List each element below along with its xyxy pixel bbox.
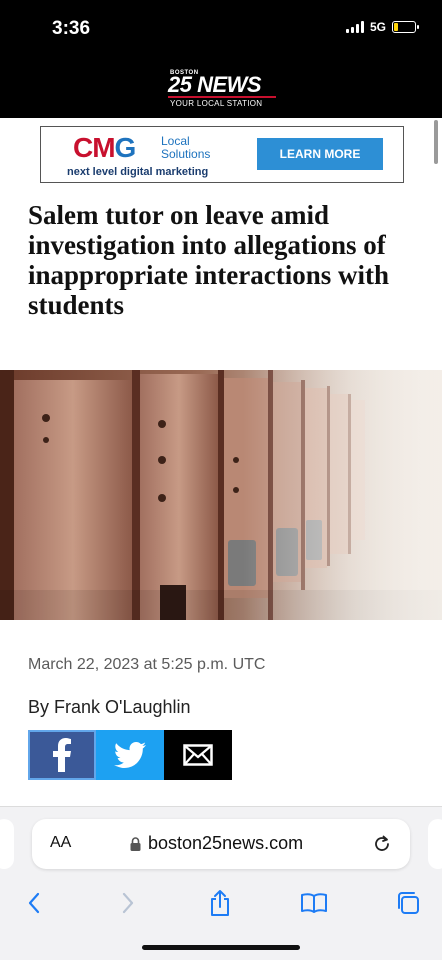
ad-brand: CMG <box>73 132 137 164</box>
network-label: 5G <box>369 20 386 34</box>
back-icon <box>28 892 40 914</box>
forward-icon <box>122 892 134 914</box>
ad-brand-sub: Local Solutions <box>161 135 210 161</box>
logo-tagline: YOUR LOCAL STATION <box>170 99 263 108</box>
address-bar[interactable]: AA boston25news.com <box>32 819 410 869</box>
article-headline: Salem tutor on leave amid investigation … <box>28 200 390 320</box>
browser-bottom-bar: AA boston25news.com <box>0 806 442 960</box>
url-text: boston25news.com <box>148 833 304 853</box>
site-logo[interactable]: BOSTON 25 NEWS YOUR LOCAL STATION <box>166 66 278 110</box>
scroll-indicator[interactable] <box>434 120 438 164</box>
article-byline[interactable]: By Frank O'Laughlin <box>28 697 191 718</box>
previous-tab-peek[interactable] <box>0 819 14 869</box>
ad-banner[interactable]: CMG Local Solutions next level digital m… <box>40 126 404 183</box>
status-indicators: 5G <box>345 20 419 34</box>
learn-more-button[interactable]: LEARN MORE <box>257 138 383 170</box>
forward-button[interactable] <box>110 885 146 921</box>
reload-icon[interactable] <box>372 834 392 854</box>
share-button[interactable] <box>202 885 238 921</box>
lockers-photo <box>0 370 442 620</box>
article-date: March 22, 2023 at 5:25 p.m. UTC <box>28 656 266 673</box>
status-time: 3:36 <box>52 18 91 39</box>
browser-toolbar <box>0 881 442 925</box>
bookmarks-icon <box>301 893 327 913</box>
facebook-share-button[interactable] <box>28 730 96 780</box>
bookmarks-button[interactable] <box>296 885 332 921</box>
article-hero-image <box>0 370 442 620</box>
top-header: 3:36 5G BOSTON 25 NEWS YOUR LOCAL STATIO… <box>0 0 442 118</box>
back-button[interactable] <box>16 885 52 921</box>
signal-icon <box>345 21 364 33</box>
email-share-button[interactable] <box>164 730 232 780</box>
battery-icon <box>392 21 419 33</box>
ad-tagline: next level digital marketing <box>67 166 209 178</box>
facebook-icon <box>53 738 71 772</box>
ad-brand-part: CM <box>73 132 116 163</box>
twitter-icon <box>114 742 146 768</box>
ad-brand-sub-line2: Solutions <box>161 147 211 161</box>
home-indicator[interactable] <box>142 945 300 950</box>
lock-icon <box>130 837 141 851</box>
tabs-icon <box>398 892 419 914</box>
share-buttons <box>28 730 232 780</box>
tabs-button[interactable] <box>390 885 426 921</box>
ad-brand-part: G <box>114 132 137 163</box>
share-icon <box>211 890 229 916</box>
text-size-label: AA <box>50 834 72 851</box>
logo-main-text: 25 NEWS <box>168 72 262 97</box>
next-tab-peek[interactable] <box>428 819 442 869</box>
email-icon <box>183 744 213 766</box>
twitter-share-button[interactable] <box>96 730 164 780</box>
text-size-button[interactable]: AA <box>50 834 71 852</box>
logo-underline <box>168 96 276 98</box>
